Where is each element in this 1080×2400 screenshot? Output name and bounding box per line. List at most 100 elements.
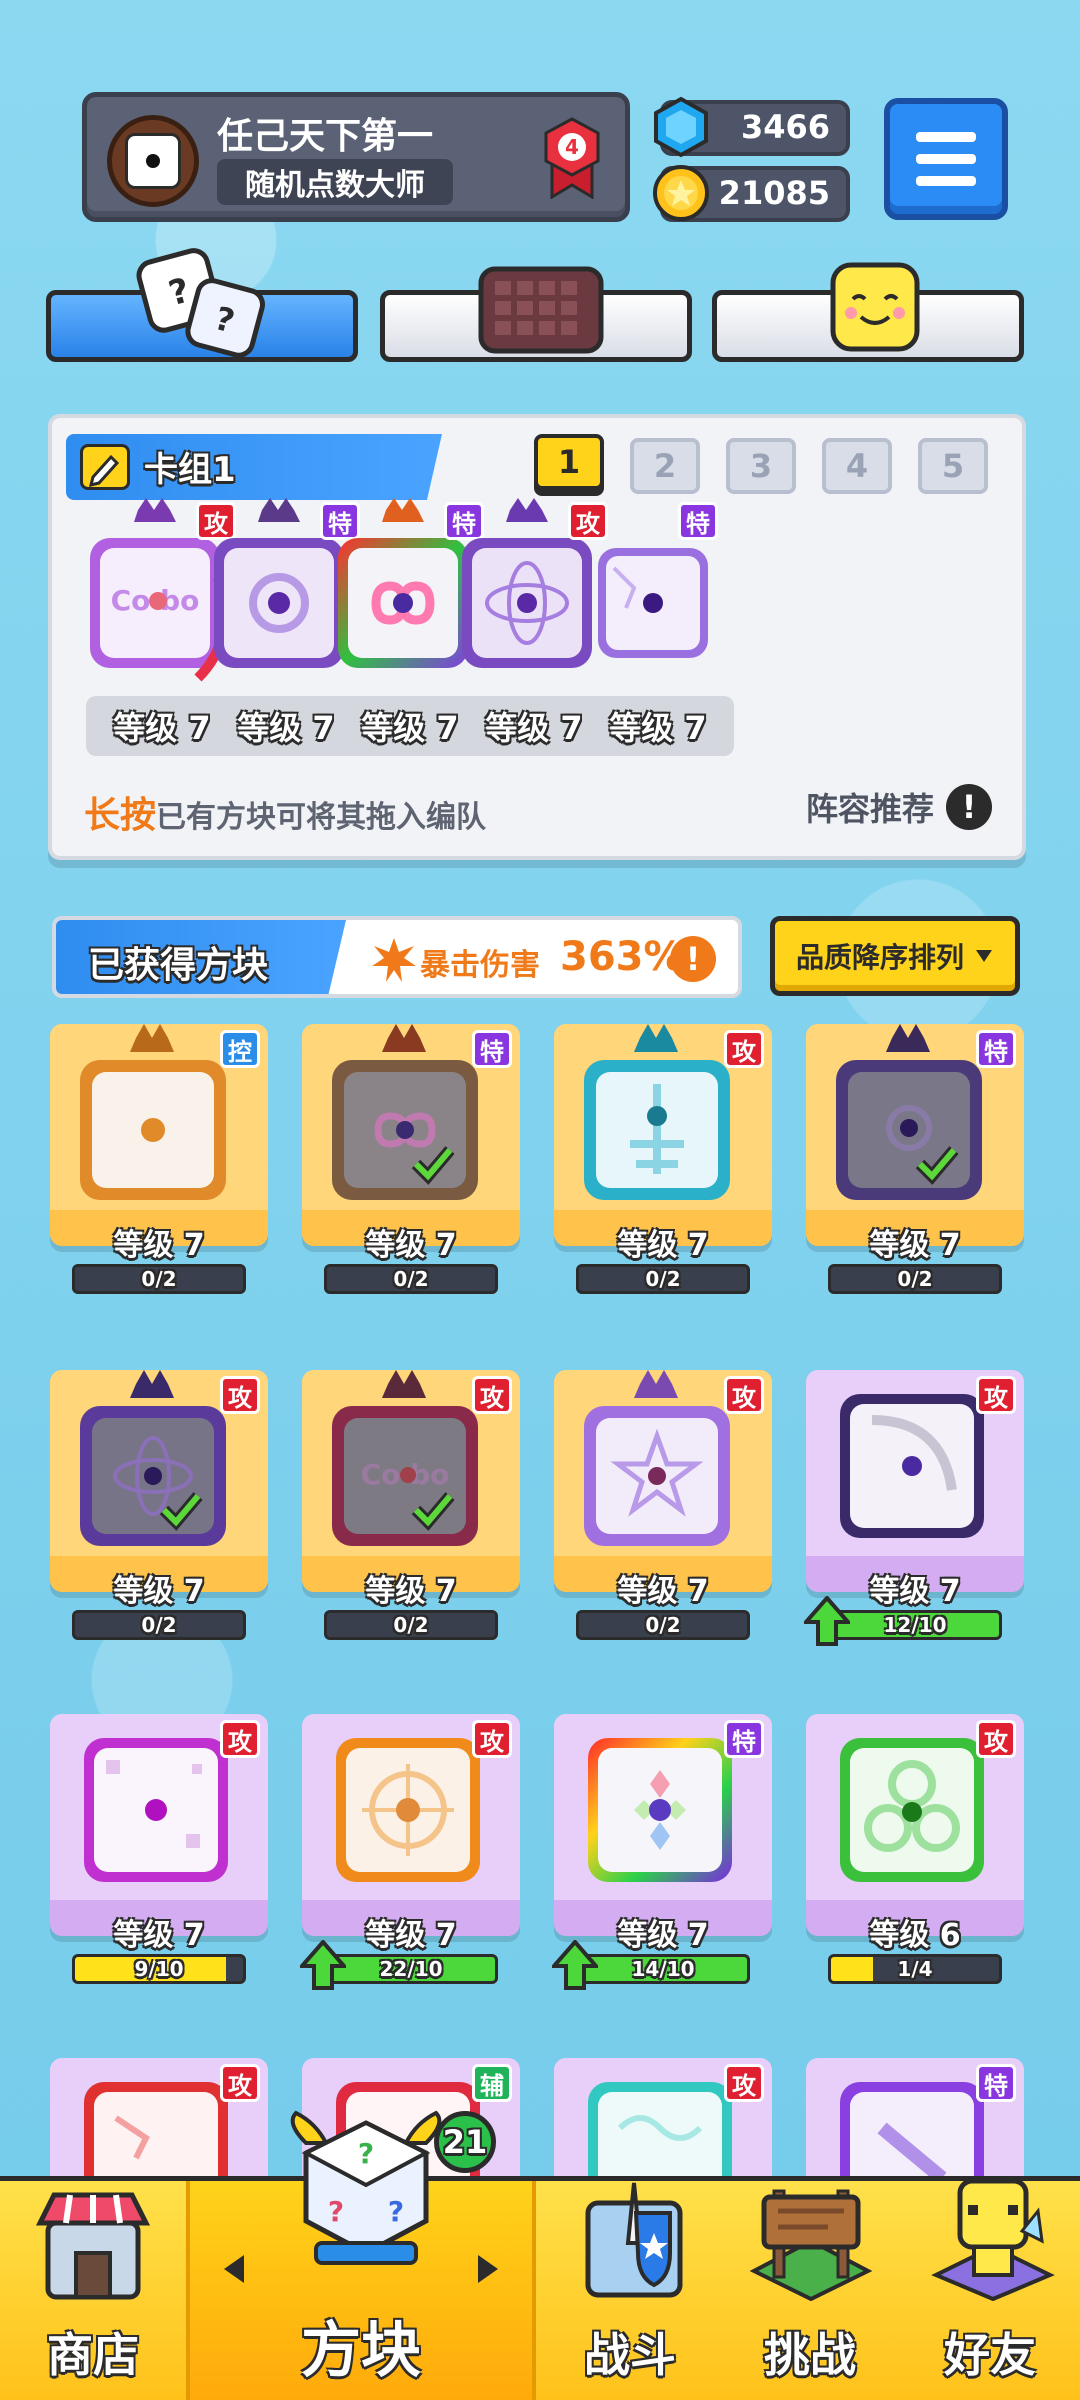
coin-amount: 21085 (718, 174, 830, 212)
nav-battle-label: 战斗 (584, 2328, 676, 2382)
upgrade-progress-text: 0/2 (393, 1267, 429, 1291)
deck-hint-highlight: 长按 (84, 795, 157, 836)
dice-level: 等级 7 (365, 1574, 457, 1609)
owned-dice-card[interactable]: 攻 等级 7 0/2 (554, 1024, 772, 1294)
challenge-sign-icon (749, 2189, 873, 2301)
tab-emote[interactable] (712, 262, 1024, 362)
nav-battle[interactable]: 战斗 (540, 2181, 720, 2400)
dice-level: 等级 7 (365, 1228, 457, 1263)
crit-info-icon[interactable]: ! (670, 936, 716, 982)
coin-counter[interactable]: 21085 (653, 165, 850, 222)
player-profile-panel[interactable]: 任己天下第一 随机点数大师 4 (82, 92, 630, 222)
owned-dice-card[interactable]: 攻 等级 7 12/10 (804, 1370, 1024, 1646)
tag-attack: 攻 (472, 1720, 512, 1758)
tag-attack: 攻 (976, 1720, 1016, 1758)
menu-icon-line (916, 154, 976, 164)
rank-ribbon-icon: 4 (544, 117, 600, 199)
new-dice-count-badge: 21 (434, 2111, 496, 2173)
dice-pair-icon: ? ? (136, 248, 265, 358)
deck-number-5[interactable]: 5 (918, 438, 988, 494)
deck-number-3[interactable]: 3 (726, 438, 796, 494)
svg-text:?: ? (328, 2195, 344, 2228)
dice-level: 等级 7 (113, 1574, 205, 1609)
upgrade-progress-bar: 0/2 (324, 1264, 498, 1294)
board-icon (478, 266, 604, 354)
deck-number-4[interactable]: 4 (822, 438, 892, 494)
dice-level: 等级 7 (617, 1228, 709, 1263)
upgrade-progress-text: 0/2 (645, 1267, 681, 1291)
coin-icon (653, 165, 709, 221)
menu-button[interactable] (884, 98, 1008, 220)
upgrade-progress-text: 14/10 (631, 1957, 695, 1981)
owned-dice-card[interactable]: 特 等级 7 14/10 (552, 1714, 772, 1990)
avatar[interactable] (107, 115, 199, 207)
edit-pencil-icon[interactable] (80, 444, 130, 490)
upgrade-progress-bar: 14/10 (576, 1954, 750, 1984)
upgrade-progress-bar: 12/10 (828, 1610, 1002, 1640)
nav-dice[interactable]: ? ? ? 21 方块 (186, 2110, 536, 2400)
upgrade-progress-text: 0/2 (393, 1613, 429, 1637)
tag-attack: 攻 (472, 1376, 512, 1414)
svg-text:?: ? (358, 2137, 374, 2170)
owned-dice-card[interactable]: Co bo 攻 等级 7 0/2 (302, 1370, 520, 1640)
rank-number: 4 (565, 135, 579, 159)
owned-dice-card[interactable]: 控 等级 7 0/2 (50, 1024, 268, 1294)
owned-dice-card[interactable]: 攻 等级 7 22/10 (300, 1714, 520, 1990)
biohazard-dice-icon (840, 1738, 984, 1882)
owned-dice-card[interactable]: 特 等级 7 0/2 (806, 1024, 1024, 1294)
lineup-recommend-button[interactable]: 阵容推荐 ! (806, 784, 992, 830)
rainbow-dice-icon (588, 1738, 732, 1882)
crit-burst-icon (372, 938, 416, 982)
crit-damage-value: 363% (560, 934, 684, 980)
nav-challenge-label: 挑战 (764, 2328, 856, 2382)
gem-icon (654, 96, 708, 158)
tag-special: 特 (976, 1030, 1016, 1068)
arrow-left-icon[interactable] (224, 2255, 244, 2283)
upgrade-progress-bar: 0/2 (828, 1264, 1002, 1294)
dark-spinner-dice-icon (836, 1024, 982, 1200)
owned-title: 已获得方块 (88, 945, 269, 986)
sort-dropdown[interactable]: 品质降序排列 (770, 916, 1020, 996)
upgrade-arrow-icon (552, 1940, 598, 1990)
cyan-dragon-dice-icon (584, 1024, 730, 1200)
upgrade-arrow-icon (300, 1940, 346, 1990)
deck-panel: 卡组1 1 2 3 4 5 Co bo 攻 特 特 攻 特 等级 7 等级 7 … (48, 414, 1026, 860)
caret-down-icon (976, 950, 992, 962)
deck-title: 卡组1 (144, 450, 236, 490)
arrow-right-icon[interactable] (478, 2255, 498, 2283)
menu-icon-line (916, 176, 976, 186)
tag-attack: 攻 (976, 1376, 1016, 1414)
deck-header: 卡组1 (66, 434, 442, 500)
nav-friends[interactable]: 好友 (900, 2178, 1080, 2400)
info-icon: ! (946, 784, 992, 830)
deck-number-2[interactable]: 2 (630, 438, 700, 494)
tab-board[interactable] (380, 266, 692, 362)
dice-level: 等级 7 (113, 1918, 205, 1953)
tag-attack: 攻 (724, 2064, 764, 2102)
upgrade-progress-text: 12/10 (883, 1613, 947, 1637)
owned-dice-card[interactable]: 攻 等级 6 1/4 (806, 1714, 1024, 1984)
deck-number-1[interactable]: 1 (534, 434, 604, 490)
deck-card-crack[interactable]: 特 (574, 498, 732, 698)
dark-orbit-dice-icon (80, 1370, 226, 1546)
nav-challenge[interactable]: 挑战 (720, 2181, 900, 2400)
menu-icon (916, 132, 976, 142)
nav-shop[interactable]: 商店 (0, 2181, 186, 2400)
owned-dice-card[interactable]: 特 等级 7 0/2 (302, 1024, 520, 1294)
dice-avatar-icon (125, 133, 181, 189)
sort-label: 品质降序排列 (795, 941, 964, 974)
tag-attack: 攻 (724, 1376, 764, 1414)
tab-dice[interactable]: ? ? (46, 248, 358, 362)
mystery-dice-icon: ? ? ? (290, 2110, 442, 2265)
owned-dice-card[interactable]: 攻 等级 7 9/10 (50, 1714, 268, 1984)
player-title: 随机点数大师 (217, 159, 453, 205)
orange-dragon-dice-icon (80, 1024, 226, 1200)
gem-counter[interactable]: 3466 (654, 96, 850, 158)
tag-attack: 攻 (220, 1376, 260, 1414)
gem-amount: 3466 (740, 108, 830, 146)
upgrade-progress-bar: 0/2 (576, 1610, 750, 1640)
bottom-navigation: 商店 ? ? ? 21 方块 战斗 挑战 好友 (0, 2110, 1080, 2400)
upgrade-progress-text: 0/2 (141, 1613, 177, 1637)
owned-dice-card[interactable]: 攻 等级 7 0/2 (554, 1370, 772, 1640)
owned-dice-card[interactable]: 攻 等级 7 0/2 (50, 1370, 268, 1640)
